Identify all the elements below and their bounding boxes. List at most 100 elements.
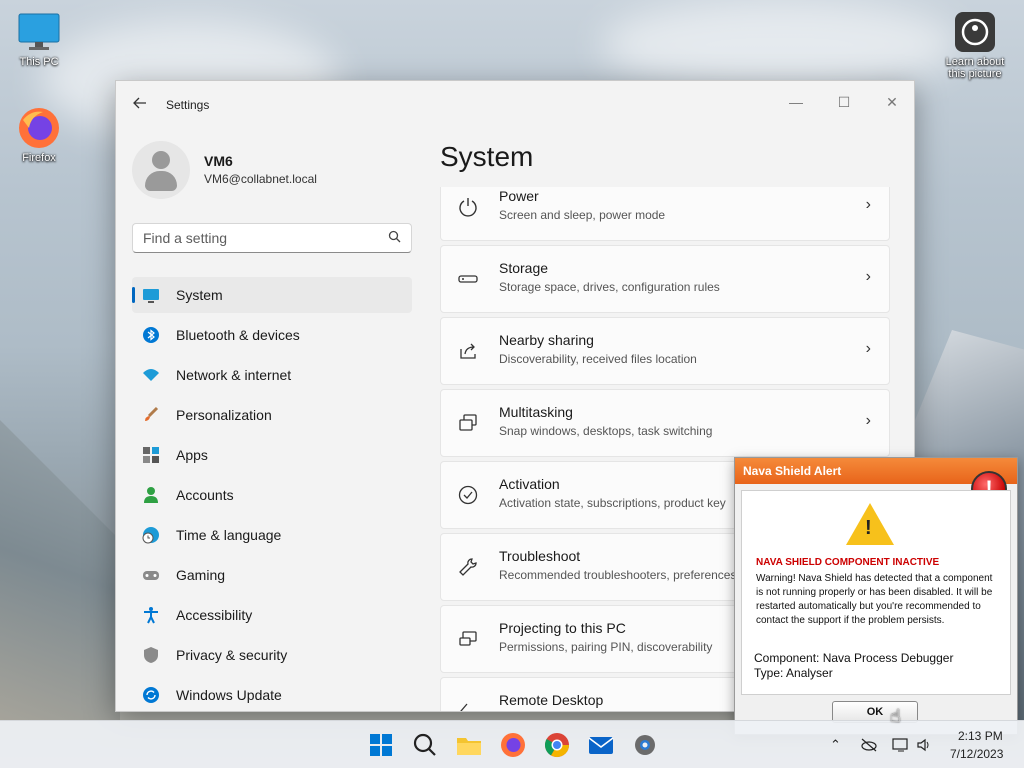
sidebar-item-network[interactable]: Network & internet: [132, 357, 412, 393]
alert-type: Type: Analyser: [754, 666, 833, 680]
card-title: Nearby sharing: [499, 332, 594, 348]
search-icon[interactable]: [411, 731, 439, 759]
desktop-mountain: [0, 420, 120, 720]
sidebar-nav: System Bluetooth & devices Network & int…: [132, 277, 412, 711]
storage-icon: [457, 268, 479, 290]
sidebar-item-gaming[interactable]: Gaming: [132, 557, 412, 593]
desktop-icon-this-pc[interactable]: This PC: [4, 10, 74, 68]
remote-desktop-icon: [457, 700, 479, 711]
projector-icon: [457, 628, 479, 650]
person-icon: [142, 486, 160, 504]
sidebar-item-time-language[interactable]: Time & language: [132, 517, 412, 553]
bluetooth-icon: [142, 326, 160, 344]
alert-dialog: Nava Shield Alert ! ! NAVA SHIELD COMPON…: [734, 457, 1018, 735]
monitor-icon: [142, 286, 160, 304]
file-explorer-icon[interactable]: [455, 731, 483, 759]
power-icon: [457, 196, 479, 218]
chrome-icon[interactable]: [543, 731, 571, 759]
hand-cursor-icon: ☝: [890, 706, 901, 726]
sidebar-item-personalization[interactable]: Personalization: [132, 397, 412, 433]
display-icon[interactable]: [892, 737, 910, 756]
firefox-icon: [17, 106, 61, 150]
sidebar-item-label: Privacy & security: [176, 647, 288, 663]
maximize-button[interactable]: ☐: [822, 87, 866, 117]
back-button[interactable]: [132, 95, 150, 113]
card-subtitle: Activation state, subscriptions, product…: [499, 496, 726, 510]
alert-body: ! NAVA SHIELD COMPONENT INACTIVE Warning…: [741, 490, 1011, 695]
update-icon: [142, 686, 160, 704]
share-icon: [457, 340, 479, 362]
brush-icon: [142, 406, 160, 424]
card-subtitle: Permissions, pairing PIN, discoverabilit…: [499, 640, 713, 654]
card-subtitle: Discoverability, received files location: [499, 352, 697, 366]
search-input[interactable]: [133, 224, 363, 252]
chevron-right-icon: ›: [865, 412, 871, 429]
warning-exclamation: !: [865, 517, 872, 539]
start-button[interactable]: [367, 731, 395, 759]
chevron-right-icon: ›: [865, 196, 871, 213]
page-title: System: [440, 141, 534, 172]
volume-icon[interactable]: [916, 737, 934, 756]
arrow-left-icon: [133, 97, 146, 109]
alert-message: Warning! Nava Shield has detected that a…: [756, 573, 993, 626]
camera-icon: [953, 10, 997, 54]
card-storage[interactable]: Storage Storage space, drives, configura…: [440, 245, 890, 313]
sidebar-item-system[interactable]: System: [132, 277, 412, 313]
card-nearby-sharing[interactable]: Nearby sharing Discoverability, received…: [440, 317, 890, 385]
profile-name: VM6: [204, 153, 233, 169]
shield-icon: [142, 646, 160, 664]
sidebar-item-label: Windows Update: [176, 687, 282, 703]
search-box[interactable]: [132, 223, 412, 253]
sidebar-item-accessibility[interactable]: Accessibility: [132, 597, 412, 633]
card-title: Remote Desktop: [499, 692, 604, 708]
window-title: Settings: [166, 98, 210, 112]
card-subtitle: Recommended troubleshooters, preferences: [499, 568, 737, 582]
globe-clock-icon: [142, 526, 160, 544]
sidebar-item-windows-update[interactable]: Windows Update: [132, 677, 412, 711]
card-power[interactable]: Power Screen and sleep, power mode ›: [440, 187, 890, 241]
alert-component: Component: Nava Process Debugger: [754, 651, 954, 665]
card-subtitle: Storage space, drives, configuration rul…: [499, 280, 720, 294]
monitor-icon: [17, 10, 61, 54]
settings-gear-icon[interactable]: [631, 731, 659, 759]
sidebar-item-label: Accessibility: [176, 607, 253, 623]
card-title: Power: [499, 188, 539, 204]
clock-time[interactable]: 2:13 PM: [958, 729, 1003, 743]
mail-icon[interactable]: [587, 731, 615, 759]
sidebar-item-apps[interactable]: Apps: [132, 437, 412, 473]
card-subtitle: Snap windows, desktops, task switching: [499, 424, 713, 438]
gamepad-icon: [142, 566, 160, 584]
windows-logo-icon: [370, 734, 392, 756]
apps-icon: [142, 446, 160, 464]
close-button[interactable]: ✕: [870, 87, 914, 117]
check-circle-icon: [457, 484, 479, 506]
alert-heading: NAVA SHIELD COMPONENT INACTIVE: [756, 557, 940, 568]
clock-date[interactable]: 7/12/2023: [950, 747, 1003, 761]
minimize-button[interactable]: —: [774, 87, 818, 117]
desktop-icon-learn-picture[interactable]: Learn about this picture: [940, 10, 1010, 80]
sidebar-item-label: Personalization: [176, 407, 272, 423]
sidebar-item-label: Network & internet: [176, 367, 292, 383]
accessibility-icon: [142, 606, 160, 624]
card-multitasking[interactable]: Multitasking Snap windows, desktops, tas…: [440, 389, 890, 457]
sidebar-item-accounts[interactable]: Accounts: [132, 477, 412, 513]
sidebar-item-bluetooth[interactable]: Bluetooth & devices: [132, 317, 412, 353]
multitasking-icon: [457, 412, 479, 434]
sidebar-item-privacy[interactable]: Privacy & security: [132, 637, 412, 673]
card-title: Storage: [499, 260, 549, 276]
desktop-icon-label: This PC: [19, 56, 59, 68]
chevron-right-icon: ›: [865, 268, 871, 285]
chevron-right-icon: ›: [865, 340, 871, 357]
desktop-cloud: [600, 0, 960, 90]
search-icon[interactable]: [388, 230, 401, 246]
wifi-icon: [142, 366, 160, 384]
card-title: Activation: [499, 476, 560, 492]
chevron-up-icon[interactable]: ⌃: [830, 737, 841, 753]
network-offline-icon[interactable]: [860, 737, 878, 756]
desktop-icon-firefox[interactable]: Firefox: [4, 106, 74, 164]
card-title: Multitasking: [499, 404, 573, 420]
firefox-icon[interactable]: [499, 731, 527, 759]
alert-title: Nava Shield Alert: [743, 464, 842, 478]
sidebar-item-label: System: [176, 287, 223, 303]
avatar: [132, 141, 190, 199]
